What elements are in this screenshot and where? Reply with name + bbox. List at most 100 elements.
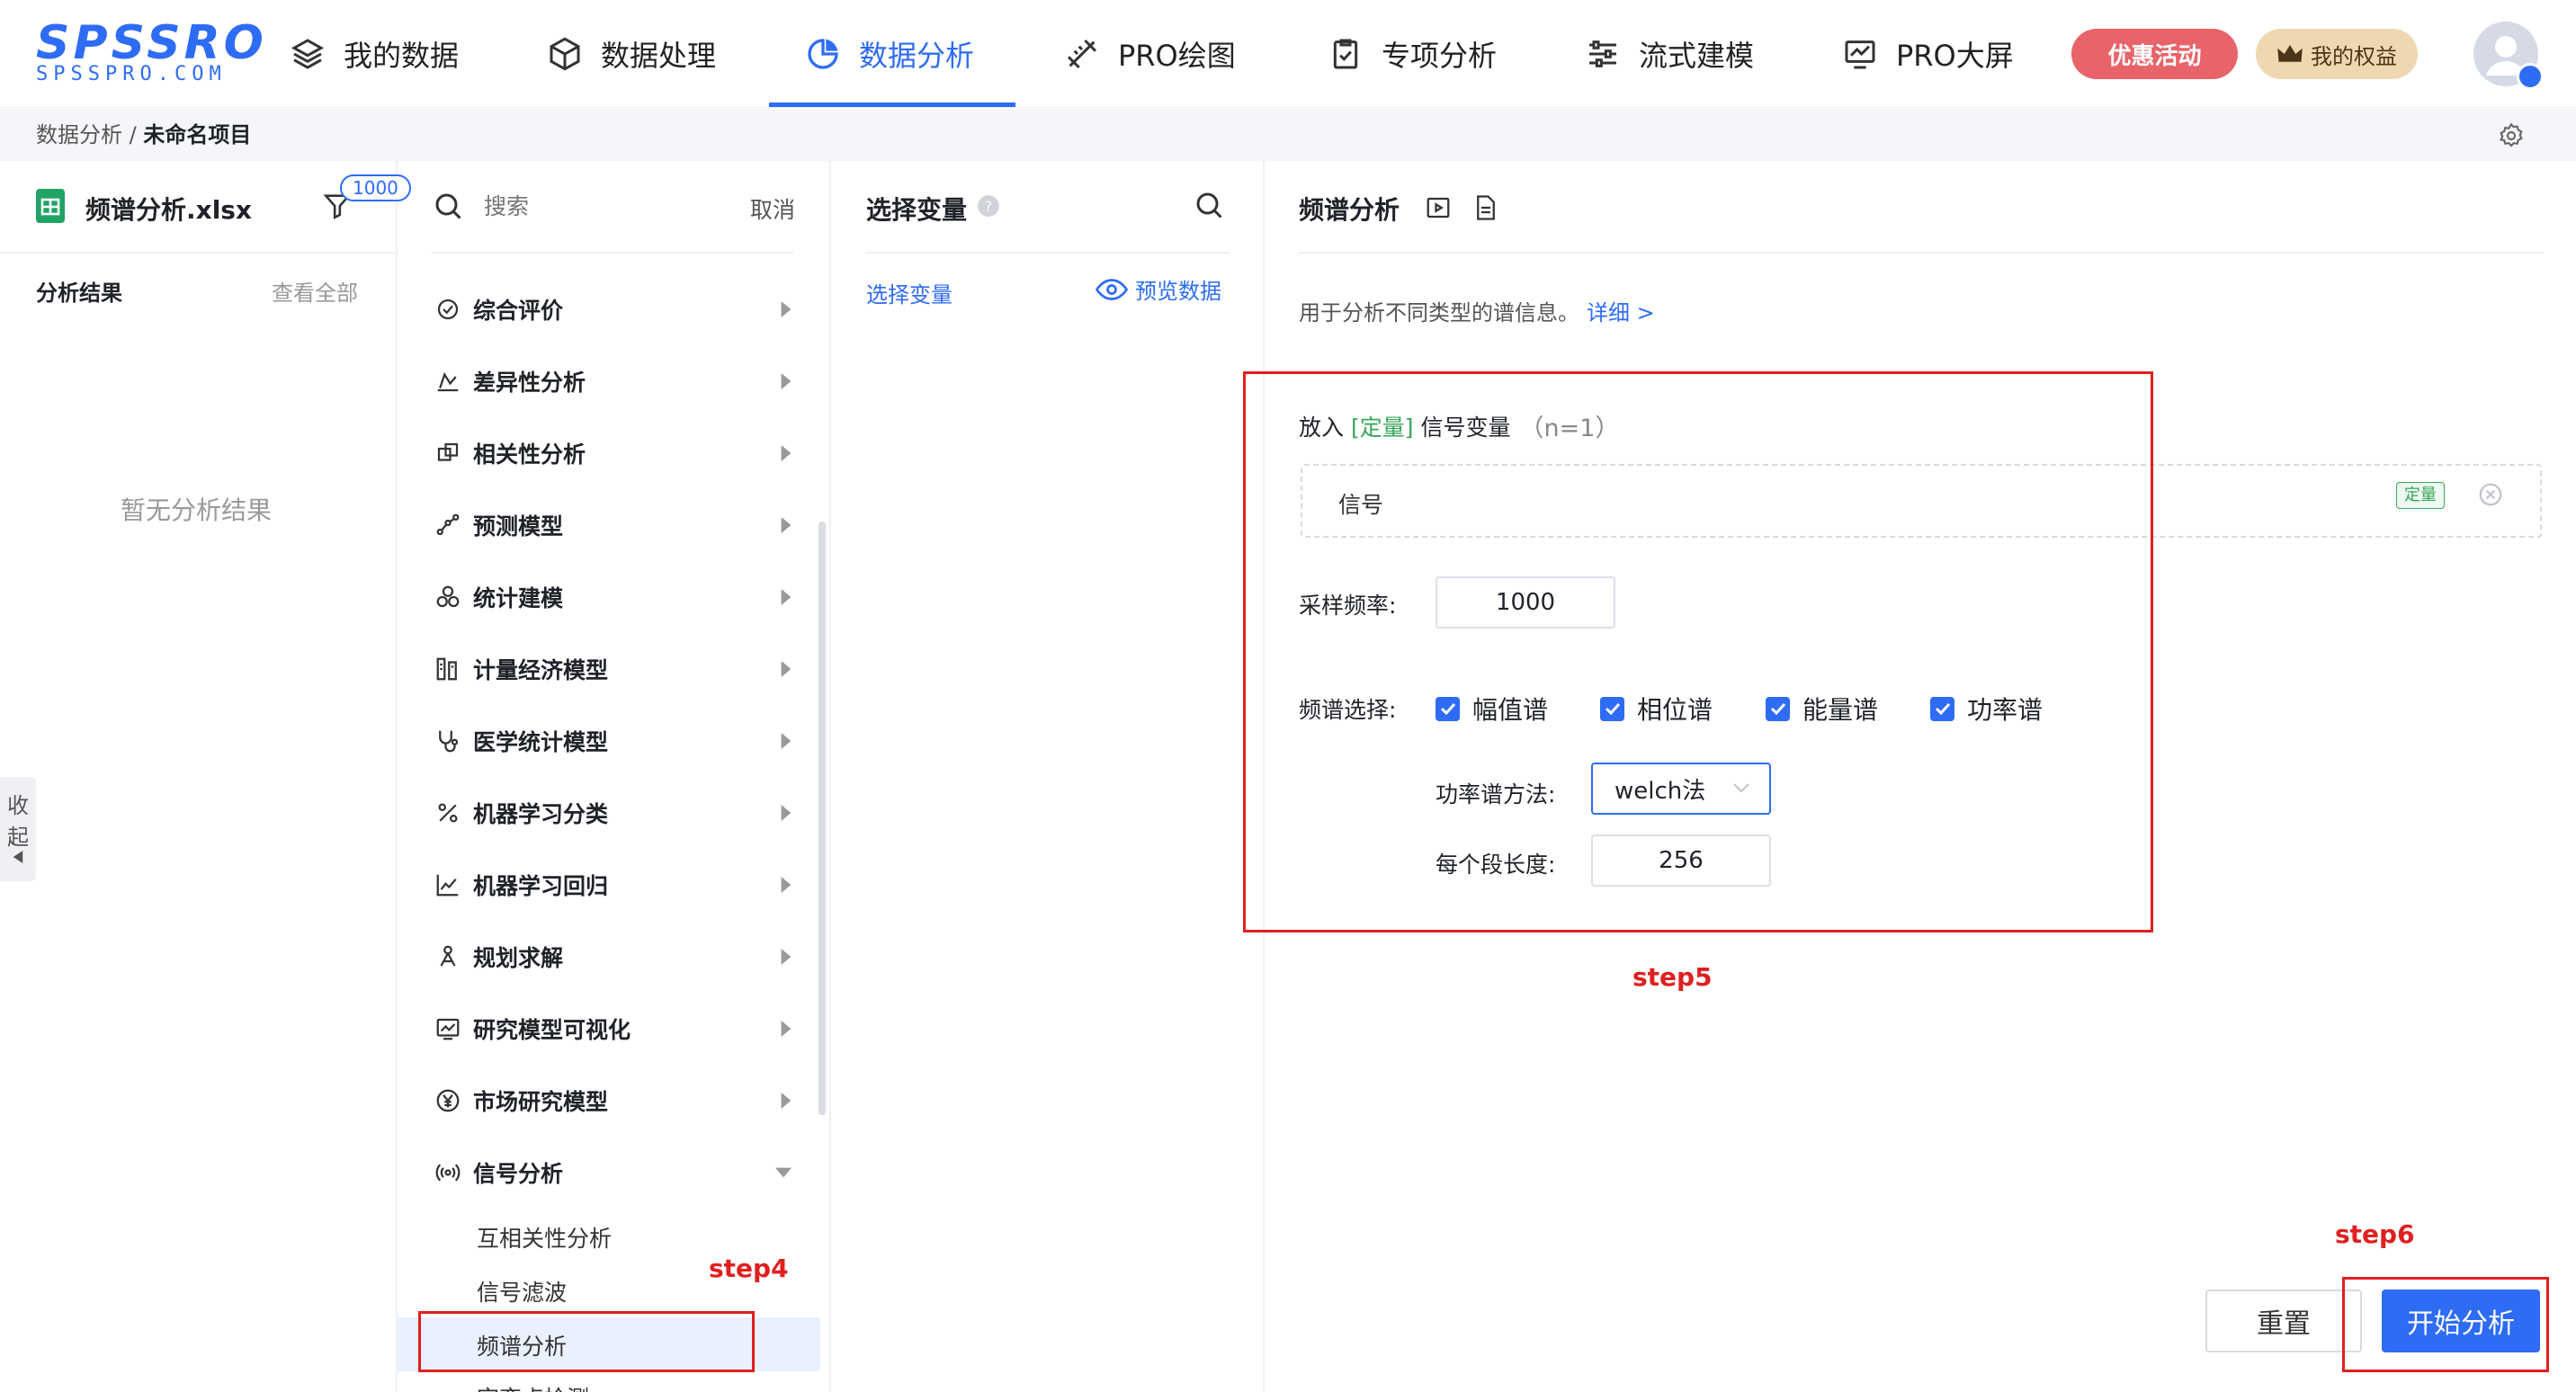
avatar[interactable] [2473,22,2544,90]
menu-category-11[interactable]: 研究模型可视化 [432,993,792,1065]
nav-flow-modeling[interactable]: 流式建模 [1585,0,1754,108]
monitor-chart-icon [1842,36,1896,72]
remove-variable-icon[interactable] [2477,481,2504,508]
menu-category-label: 医学统计模型 [473,729,609,755]
nav-special-analysis[interactable]: 专项分析 [1328,0,1497,108]
menu-category-7[interactable]: 医学统计模型 [432,705,792,777]
menu-category-label: 相关性分析 [473,442,586,468]
stethoscope-icon [432,727,464,754]
evaluation-icon [432,296,464,323]
settings-gear-icon[interactable] [2497,121,2526,150]
menu-category-13[interactable]: 信号分析 [432,1137,792,1209]
analysis-description: 用于分析不同类型的谱信息。 [1299,300,1579,326]
difference-icon [432,368,464,395]
menu-category-3[interactable]: 相关性分析 [432,417,792,489]
search-icon[interactable] [1193,189,1225,221]
divider [0,252,396,254]
breadcrumb-current: 未命名项目 [143,122,252,147]
menu-category-5[interactable]: 统计建模 [432,561,792,633]
menu-category-12[interactable]: 市场研究模型 [432,1065,792,1137]
nav-label: PRO绘图 [1118,39,1236,73]
caret-right-icon [781,633,792,705]
nav-pro-dashboard[interactable]: PRO大屏 [1842,0,2014,108]
menu-scrollbar[interactable] [818,522,826,1115]
active-tab-indicator [769,103,1015,107]
search-icon[interactable] [432,190,464,222]
vip-badge-icon [2517,63,2544,90]
step5-highlight-box [1243,371,2153,932]
caret-left-icon [13,851,23,863]
search-input[interactable] [484,187,709,225]
menu-category-2[interactable]: 差异性分析 [432,345,792,417]
pie-chart-icon [805,36,859,72]
step4-highlight-box [418,1311,755,1372]
eye-icon [1096,277,1128,302]
sub-item-signal-filter[interactable]: 信号滤波 [477,1275,567,1307]
step4-label: step4 [709,1254,789,1283]
detail-link[interactable]: 详细 > [1587,295,1655,326]
preview-data-button[interactable]: 预览数据 [1096,273,1221,305]
nav-label: 流式建模 [1639,39,1755,73]
menu-category-label: 机器学习回归 [473,873,609,899]
layers-icon [290,36,344,72]
my-rights-label: 我的权益 [2311,43,2397,69]
sub-item-change-point[interactable]: 突变点检测 [477,1381,589,1392]
logo[interactable]: SPSSRO [36,16,267,70]
help-icon[interactable]: ? [977,194,1000,218]
divider [829,161,831,1392]
caret-right-icon [781,705,792,777]
menu-category-label: 市场研究模型 [473,1089,609,1115]
divider [866,252,1230,254]
cancel-search-button[interactable]: 取消 [750,192,795,225]
nav-data-processing[interactable]: 数据处理 [547,0,716,108]
nav-label: 数据分析 [859,39,975,73]
menu-category-label: 统计建模 [473,585,564,611]
divider [1299,252,2544,254]
menu-category-label: 差异性分析 [473,370,586,396]
forecast-icon [432,512,464,539]
menu-category-9[interactable]: 机器学习回归 [432,849,792,921]
breadcrumb: 数据分析 / 未命名项目 [0,109,2576,161]
document-icon[interactable] [1473,194,1498,221]
sub-item-cross-correlation[interactable]: 互相关性分析 [477,1221,612,1254]
file-name[interactable]: 频谱分析.xlsx [85,191,252,227]
regression-icon [432,871,464,898]
reset-button[interactable]: 重置 [2205,1289,2362,1352]
menu-category-4[interactable]: 预测模型 [432,489,792,561]
promo-button[interactable]: 优惠活动 [2071,29,2238,79]
caret-right-icon [781,417,792,489]
nav-pro-drawing[interactable]: PRO绘图 [1064,0,1236,108]
step6-highlight-box [2342,1277,2549,1372]
collapse-label-1: 收 [7,793,29,818]
nav-data-analysis[interactable]: 数据分析 [805,0,974,108]
select-variables-tab[interactable]: 选择变量 [866,277,953,308]
yen-icon [432,1087,464,1114]
menu-category-1[interactable]: 综合评价 [432,273,792,345]
view-all-link[interactable]: 查看全部 [272,275,358,307]
video-play-icon[interactable] [1425,194,1452,221]
nav-label: PRO大屏 [1896,39,2014,73]
variables-title: 选择变量 [866,195,968,225]
nav-my-data[interactable]: 我的数据 [290,0,459,108]
logo-subtitle: SPSSPRO.COM [36,63,227,85]
caret-right-icon [781,489,792,561]
crown-icon [2276,43,2303,65]
ruler-pencil-icon [1064,36,1118,72]
menu-category-10[interactable]: 规划求解 [432,921,792,993]
planning-icon [432,943,464,970]
menu-category-label: 综合评价 [473,298,564,324]
results-label: 分析结果 [36,281,122,306]
menu-category-label: 计量经济模型 [473,657,609,683]
sliders-icon [1585,36,1639,72]
caret-right-icon [781,561,792,633]
signal-icon [432,1159,464,1186]
menu-category-8[interactable]: 机器学习分类 [432,777,792,849]
top-header: SPSSRO SPSSPRO.COM 我的数据 数据处理 数据分析 PRO绘图 … [0,0,2576,108]
spreadsheet-icon [36,189,65,223]
my-rights-button[interactable]: 我的权益 [2256,29,2418,79]
cube-icon [547,36,601,72]
collapse-button[interactable]: 收 起 [0,777,36,881]
breadcrumb-root[interactable]: 数据分析 [36,122,122,147]
menu-category-6[interactable]: 计量经济模型 [432,633,792,705]
preview-data-label: 预览数据 [1135,279,1221,304]
